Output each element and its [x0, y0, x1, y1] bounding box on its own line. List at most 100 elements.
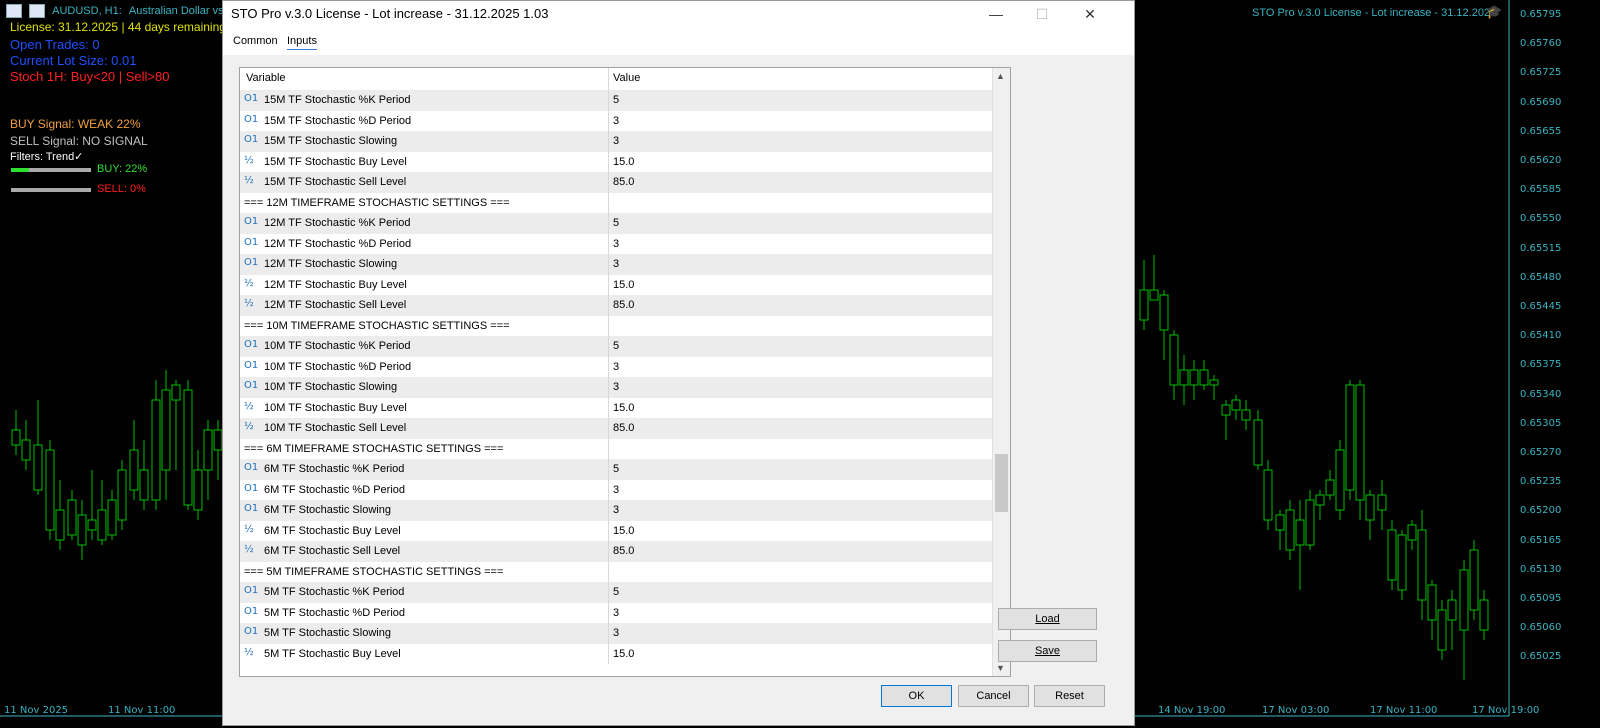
- input-row[interactable]: O1 5M TF Stochastic Slowing 3: [240, 623, 994, 644]
- input-value[interactable]: 15.0: [613, 279, 634, 291]
- input-value[interactable]: 3: [613, 607, 619, 619]
- input-value[interactable]: 85.0: [613, 299, 634, 311]
- input-value[interactable]: 15.0: [613, 648, 634, 660]
- chart-type-icon[interactable]: [29, 4, 46, 18]
- input-value[interactable]: 3: [613, 381, 619, 393]
- tab-inputs[interactable]: Inputs: [287, 35, 317, 50]
- input-variable-name: 15M TF Stochastic Buy Level: [264, 155, 407, 168]
- input-variable-name: 12M TF Stochastic %D Period: [264, 237, 412, 250]
- input-row[interactable]: ½ 12M TF Stochastic Sell Level 85.0: [240, 295, 994, 316]
- candle-body: [1365, 494, 1375, 521]
- input-value[interactable]: 3: [613, 258, 619, 270]
- price-label: 0.65550: [1520, 213, 1562, 225]
- candle-body: [129, 449, 139, 491]
- input-value[interactable]: 85.0: [613, 176, 634, 188]
- input-variable-name: 10M TF Stochastic %D Period: [264, 360, 412, 373]
- input-row[interactable]: === 5M TIMEFRAME STOCHASTIC SETTINGS ===: [240, 561, 994, 582]
- input-row[interactable]: O1 12M TF Stochastic %D Period 3: [240, 233, 994, 254]
- candle-body: [203, 429, 213, 471]
- input-row[interactable]: ½ 12M TF Stochastic Buy Level 15.0: [240, 274, 994, 295]
- input-row[interactable]: O1 15M TF Stochastic %K Period 5: [240, 90, 994, 111]
- input-value[interactable]: 3: [613, 627, 619, 639]
- input-row[interactable]: ½ 5M TF Stochastic Buy Level 15.0: [240, 643, 994, 664]
- double-type-icon: ½: [244, 154, 254, 166]
- input-value[interactable]: 85.0: [613, 422, 634, 434]
- input-row[interactable]: O1 10M TF Stochastic %K Period 5: [240, 336, 994, 357]
- save-button[interactable]: Save: [998, 640, 1097, 662]
- price-label: 0.65515: [1520, 242, 1562, 254]
- scroll-down-icon[interactable]: ▼: [996, 663, 1005, 673]
- cell-separator: [608, 295, 609, 316]
- price-label: 0.65375: [1520, 359, 1562, 371]
- candle-body: [1189, 369, 1199, 386]
- input-row[interactable]: ½ 15M TF Stochastic Sell Level 85.0: [240, 172, 994, 193]
- load-button[interactable]: Load: [998, 608, 1097, 630]
- input-row[interactable]: ½ 6M TF Stochastic Buy Level 15.0: [240, 520, 994, 541]
- input-value[interactable]: 15.0: [613, 156, 634, 168]
- input-value[interactable]: 3: [613, 238, 619, 250]
- input-row[interactable]: O1 5M TF Stochastic %K Period 5: [240, 582, 994, 603]
- cell-separator: [608, 213, 609, 234]
- input-row[interactable]: O1 15M TF Stochastic %D Period 3: [240, 110, 994, 131]
- input-row[interactable]: ½ 10M TF Stochastic Sell Level 85.0: [240, 418, 994, 439]
- input-value[interactable]: 3: [613, 484, 619, 496]
- cell-separator: [608, 377, 609, 398]
- input-row[interactable]: ½ 10M TF Stochastic Buy Level 15.0: [240, 397, 994, 418]
- input-value[interactable]: 3: [613, 115, 619, 127]
- input-value[interactable]: 5: [613, 586, 619, 598]
- input-row[interactable]: O1 10M TF Stochastic %D Period 3: [240, 356, 994, 377]
- ok-button[interactable]: OK: [881, 685, 952, 707]
- dialog-titlebar[interactable]: STO Pro v.3.0 License - Lot increase - 3…: [223, 1, 1134, 27]
- candle-body: [171, 384, 181, 401]
- price-label: 0.65130: [1520, 563, 1562, 575]
- input-value[interactable]: 5: [613, 340, 619, 352]
- inputs-grid: Variable Value O1 15M TF Stochastic %K Pe…: [239, 67, 1011, 677]
- input-row[interactable]: O1 6M TF Stochastic %D Period 3: [240, 479, 994, 500]
- input-row[interactable]: === 12M TIMEFRAME STOCHASTIC SETTINGS ==…: [240, 192, 994, 213]
- grid-scrollbar[interactable]: ▲ ▼: [992, 68, 1010, 676]
- tab-common[interactable]: Common: [233, 35, 278, 47]
- input-value[interactable]: 3: [613, 135, 619, 147]
- minimize-button[interactable]: —: [973, 1, 1019, 27]
- close-button[interactable]: ✕: [1067, 1, 1113, 27]
- integer-type-icon: O1: [244, 503, 259, 514]
- input-value[interactable]: 3: [613, 504, 619, 516]
- column-variable[interactable]: Variable: [246, 72, 286, 84]
- input-value[interactable]: 5: [613, 217, 619, 229]
- input-row[interactable]: O1 6M TF Stochastic %K Period 5: [240, 459, 994, 480]
- input-value[interactable]: 15.0: [613, 402, 634, 414]
- input-row[interactable]: ½ 15M TF Stochastic Buy Level 15.0: [240, 151, 994, 172]
- input-value[interactable]: 3: [613, 361, 619, 373]
- scroll-up-icon[interactable]: ▲: [996, 71, 1005, 81]
- cell-separator: [608, 541, 609, 562]
- input-row[interactable]: O1 12M TF Stochastic %K Period 5: [240, 213, 994, 234]
- input-row[interactable]: O1 10M TF Stochastic Slowing 3: [240, 377, 994, 398]
- input-row[interactable]: O1 6M TF Stochastic Slowing 3: [240, 500, 994, 521]
- time-label: 17 Nov 03:00: [1262, 705, 1330, 716]
- input-variable-name: 6M TF Stochastic Buy Level: [264, 524, 401, 537]
- candle-body: [1149, 289, 1159, 301]
- table-icon[interactable]: [6, 4, 22, 18]
- input-value[interactable]: 85.0: [613, 545, 634, 557]
- cancel-button[interactable]: Cancel: [958, 685, 1029, 707]
- input-value[interactable]: 5: [613, 463, 619, 475]
- candle-body: [1275, 514, 1285, 531]
- cell-separator: [608, 90, 609, 111]
- scroll-thumb[interactable]: [995, 454, 1008, 512]
- input-row[interactable]: O1 5M TF Stochastic %D Period 3: [240, 602, 994, 623]
- input-variable-name: 6M TF Stochastic Sell Level: [264, 545, 401, 557]
- candle-body: [1355, 384, 1365, 501]
- input-row[interactable]: ½ 6M TF Stochastic Sell Level 85.0: [240, 541, 994, 562]
- input-value[interactable]: 5: [613, 94, 619, 106]
- input-row[interactable]: O1 15M TF Stochastic Slowing 3: [240, 131, 994, 152]
- reset-button[interactable]: Reset: [1034, 685, 1105, 707]
- input-value[interactable]: 15.0: [613, 525, 634, 537]
- column-value[interactable]: Value: [613, 72, 640, 84]
- candle-body: [1387, 529, 1397, 581]
- price-label: 0.65060: [1520, 622, 1562, 634]
- input-row[interactable]: === 6M TIMEFRAME STOCHASTIC SETTINGS ===: [240, 438, 994, 459]
- maximize-button[interactable]: ☐: [1019, 1, 1065, 27]
- input-row[interactable]: O1 12M TF Stochastic Slowing 3: [240, 254, 994, 275]
- input-row[interactable]: === 10M TIMEFRAME STOCHASTIC SETTINGS ==…: [240, 315, 994, 336]
- input-variable-name: 5M TF Stochastic Slowing: [264, 627, 391, 639]
